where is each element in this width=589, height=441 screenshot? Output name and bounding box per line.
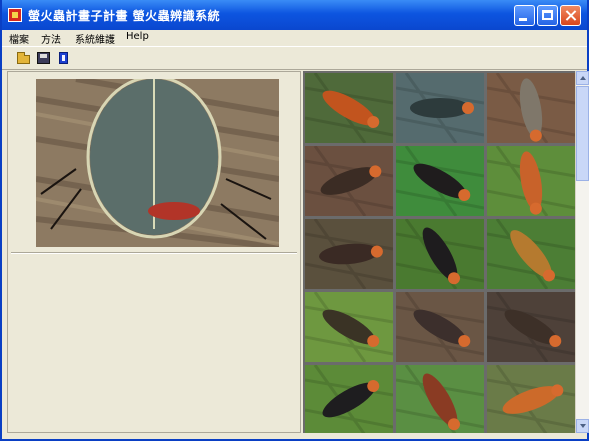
- gallery-thumbnail[interactable]: [304, 364, 394, 433]
- thumbnail-image: [395, 291, 485, 363]
- vertical-scrollbar[interactable]: [575, 71, 589, 433]
- menu-maintenance[interactable]: 系統維護: [75, 31, 115, 46]
- thumbnail-image: [395, 72, 485, 144]
- thumbnail-image: [486, 291, 576, 363]
- app-window: 螢火蟲計畫子計畫 螢火蟲辨識系統 檔案 方法 系統維護 Help: [0, 0, 589, 441]
- panel-divider: [11, 252, 297, 254]
- close-button[interactable]: [560, 5, 581, 26]
- thumbnail-gallery[interactable]: [303, 71, 589, 433]
- gallery-thumbnail[interactable]: [486, 72, 576, 144]
- thumbnail-image: [486, 364, 576, 433]
- gallery-thumbnail[interactable]: [395, 145, 485, 217]
- folder-open-icon: [17, 52, 30, 64]
- gallery-thumbnail[interactable]: [395, 291, 485, 363]
- save-button[interactable]: [36, 50, 52, 66]
- gallery-thumbnail[interactable]: [395, 218, 485, 290]
- thumbnail-image: [304, 72, 394, 144]
- firefly-head: [462, 102, 474, 114]
- save-disk-icon: [37, 52, 50, 64]
- menu-bar: 檔案 方法 系統維護 Help: [2, 30, 587, 47]
- gallery-thumbnail[interactable]: [395, 364, 485, 433]
- minimize-button[interactable]: [514, 5, 535, 26]
- book-icon: [59, 52, 68, 64]
- menu-method[interactable]: 方法: [41, 31, 61, 46]
- thumbnail-image: [486, 145, 576, 217]
- thumbnail-image: [304, 291, 394, 363]
- gallery-thumbnail[interactable]: [304, 218, 394, 290]
- thumbnail-image: [486, 218, 576, 290]
- gallery-thumbnail[interactable]: [304, 145, 394, 217]
- thumbnail-image: [395, 145, 485, 217]
- open-button[interactable]: [16, 50, 32, 66]
- gallery-thumbnail[interactable]: [486, 291, 576, 363]
- gallery-thumbnail[interactable]: [304, 291, 394, 363]
- gallery-thumbnail[interactable]: [486, 145, 576, 217]
- preview-panel: [7, 71, 301, 433]
- gallery-thumbnail[interactable]: [304, 72, 394, 144]
- firefly-tail: [148, 202, 200, 220]
- thumbnail-image: [486, 72, 576, 144]
- scroll-thumb[interactable]: [576, 86, 589, 181]
- scroll-up-arrow[interactable]: [576, 71, 589, 85]
- gallery-thumbnail[interactable]: [395, 72, 485, 144]
- thumbnail-image: [395, 364, 485, 433]
- title-bar[interactable]: 螢火蟲計畫子計畫 螢火蟲辨識系統: [2, 0, 587, 30]
- book-button[interactable]: [56, 50, 72, 66]
- gallery-thumbnail[interactable]: [486, 218, 576, 290]
- scroll-down-arrow[interactable]: [576, 419, 589, 433]
- firefly-body: [410, 98, 470, 118]
- thumbnail-image: [304, 364, 394, 433]
- gallery-thumbnail[interactable]: [486, 364, 576, 433]
- menu-file[interactable]: 檔案: [9, 31, 29, 46]
- toolbar: [2, 47, 587, 70]
- menu-help[interactable]: Help: [126, 31, 149, 42]
- maximize-button[interactable]: [537, 5, 558, 26]
- firefly-preview-image: [35, 75, 280, 250]
- thumbnail-image: [304, 218, 394, 290]
- app-icon: [8, 8, 22, 22]
- firefly-preview-svg: [35, 75, 280, 250]
- window-title: 螢火蟲計畫子計畫 螢火蟲辨識系統: [28, 9, 221, 23]
- thumbnail-image: [304, 145, 394, 217]
- thumbnail-image: [395, 218, 485, 290]
